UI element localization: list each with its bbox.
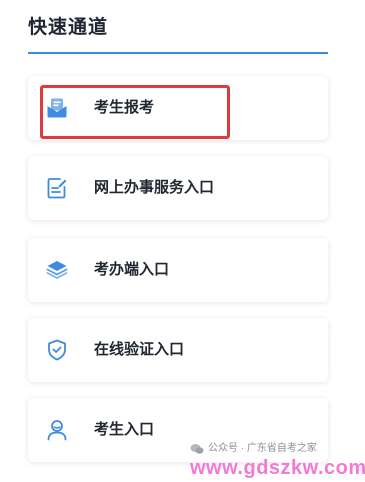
document-edit-icon <box>45 176 69 200</box>
quick-link-online-services[interactable]: 网上办事服务入口 <box>28 156 328 220</box>
quick-link-exam-registration[interactable]: 考生报考 <box>28 76 328 140</box>
watermark-account-text: 公众号 · 广东省自考之家 <box>208 443 317 454</box>
quick-link-label: 网上办事服务入口 <box>94 179 215 196</box>
quick-link-label: 考生报考 <box>94 99 155 116</box>
quick-link-label: 在线验证入口 <box>94 341 185 358</box>
quick-link-online-verification[interactable]: 在线验证入口 <box>28 318 328 382</box>
mail-envelope-icon <box>45 96 69 120</box>
quick-link-exam-office[interactable]: 考办端入口 <box>28 238 328 302</box>
watermark-account: 公众号 · 广东省自考之家 <box>190 442 317 456</box>
watermark-url: www.gdszkw.com <box>190 457 365 479</box>
wechat-icon <box>190 443 204 455</box>
layers-icon <box>45 258 69 282</box>
user-icon <box>45 418 69 442</box>
quick-link-label: 考办端入口 <box>94 261 170 278</box>
title-underline <box>28 52 328 54</box>
quick-access-panel: 快速通道 考生报考 网上办事服务入口 考办端入口 在线验证入口 考生入口 公众号… <box>0 0 365 482</box>
quick-link-label: 考生入口 <box>94 421 155 438</box>
section-title: 快速通道 <box>28 17 109 38</box>
shield-check-icon <box>45 338 69 362</box>
